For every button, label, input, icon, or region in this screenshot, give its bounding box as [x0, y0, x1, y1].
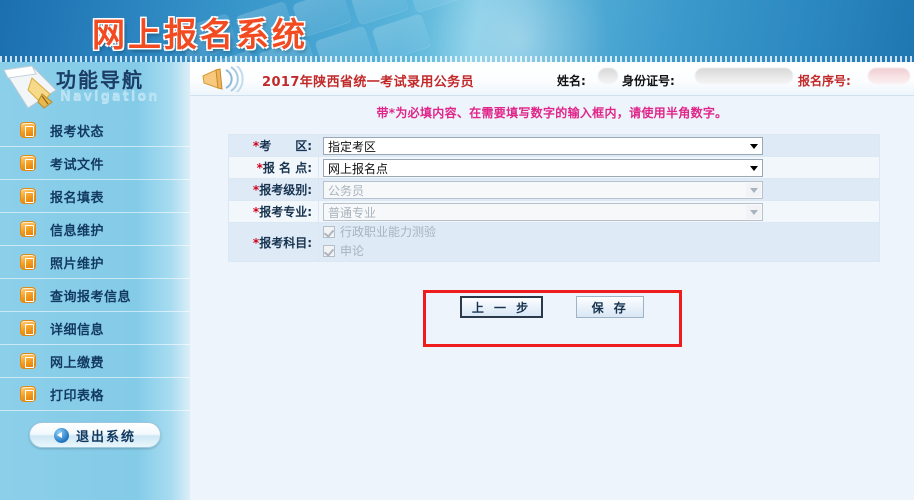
pen-icon: [3, 65, 57, 109]
sidebar-item-registration-form[interactable]: 报名填表: [0, 180, 190, 213]
application-major-select: 普通专业: [323, 203, 763, 222]
sidebar-item-label: 查询报考信息: [50, 289, 132, 305]
application-major-value: 普通专业: [328, 206, 377, 221]
bullet-icon: [20, 287, 36, 303]
table-row: *报考级别: 公务员: [228, 178, 880, 201]
table-row: *报考专业: 普通专业: [228, 200, 880, 223]
checkbox-checked-icon: [323, 244, 335, 257]
logout-container: 退出系统: [0, 422, 190, 448]
back-arrow-icon: [53, 427, 69, 443]
registration-number-label: 报名序号:: [798, 74, 851, 88]
exam-district-select[interactable]: 指定考区: [323, 137, 763, 156]
sidebar-item-query-application-info[interactable]: 查询报考信息: [0, 279, 190, 312]
logout-button-label: 退出系统: [75, 429, 136, 445]
application-level-field: 公务员: [318, 178, 880, 201]
sidebar-item-label: 详细信息: [50, 322, 105, 338]
registration-point-field: 网上报名点: [318, 156, 880, 179]
application-level-label: *报考级别:: [228, 178, 319, 201]
megaphone-icon: [202, 66, 244, 92]
exam-subjects-label-text: 报考科目:: [259, 235, 312, 250]
table-row: *报 名 点: 网上报名点: [228, 156, 880, 179]
registration-form-table: *考 区: 指定考区 *报 名 点: 网上报名点 *报考级别: 公务员 *报考专…: [228, 134, 880, 262]
exam-district-label: *考 区:: [228, 134, 319, 157]
sidebar-item-label: 网上缴费: [50, 355, 105, 371]
chevron-down-icon: [746, 205, 761, 220]
subject-checkbox-row: 申论: [323, 242, 879, 259]
table-row: *报考科目: 行政职业能力测验 申论: [228, 222, 880, 262]
registration-point-value: 网上报名点: [328, 162, 389, 177]
online-registration-app: 网上报名系统 功能导航 Navigation 报考状态 考试文件 报名填表 信息…: [0, 0, 914, 500]
bullet-icon: [20, 221, 36, 237]
bullet-icon: [20, 188, 36, 204]
form-action-buttons: 上 一 步 保 存: [190, 296, 914, 318]
chevron-down-icon[interactable]: [746, 139, 761, 154]
table-row: *考 区: 指定考区: [228, 134, 880, 157]
applicant-name-label: 姓名:: [557, 74, 586, 88]
sidebar-item-print-form[interactable]: 打印表格: [0, 378, 190, 411]
bullet-icon: [20, 320, 36, 336]
content-header: 2017年陕西省统一考试录用公务员 姓名: 身份证号: 报名序号:: [190, 62, 914, 96]
subject-checkbox-row: 行政职业能力测验: [323, 223, 879, 240]
sidebar-item-label: 打印表格: [50, 388, 105, 404]
sidebar-item-application-status[interactable]: 报考状态: [0, 114, 190, 147]
page-banner: 网上报名系统: [0, 0, 914, 62]
chevron-down-icon: [746, 183, 761, 198]
save-button[interactable]: 保 存: [576, 296, 645, 318]
application-major-label-text: 报考专业:: [259, 205, 312, 219]
sidebar-item-label: 报名填表: [50, 190, 105, 206]
registration-point-label: *报 名 点:: [228, 156, 319, 179]
main-content: 2017年陕西省统一考试录用公务员 姓名: 身份证号: 报名序号: 带*为必填内…: [190, 62, 914, 500]
sidebar-subtitle: Navigation: [60, 89, 160, 104]
exam-district-label-text: 考 区:: [259, 139, 312, 153]
checkbox-checked-icon: [323, 225, 335, 238]
sidebar-item-detailed-info[interactable]: 详细信息: [0, 312, 190, 345]
sidebar-item-label: 考试文件: [50, 157, 105, 173]
exam-subjects-field: 行政职业能力测验 申论: [318, 222, 880, 262]
sidebar-item-label: 信息维护: [50, 223, 105, 239]
bullet-icon: [20, 155, 36, 171]
sidebar-header: 功能导航 Navigation: [0, 62, 190, 114]
application-major-field: 普通专业: [318, 200, 880, 223]
bullet-icon: [20, 353, 36, 369]
bullet-icon: [20, 386, 36, 402]
registration-point-label-text: 报 名 点:: [262, 161, 312, 175]
subject-label: 行政职业能力测验: [340, 225, 437, 239]
sidebar-item-photo-maintenance[interactable]: 照片维护: [0, 246, 190, 279]
application-level-value: 公务员: [328, 184, 365, 199]
subject-label: 申论: [340, 244, 365, 258]
sidebar-item-info-maintenance[interactable]: 信息维护: [0, 213, 190, 246]
exam-subjects-label: *报考科目:: [228, 222, 319, 262]
sidebar-nav-list: 报考状态 考试文件 报名填表 信息维护 照片维护 查询报考信息 详细信息 网上缴…: [0, 114, 190, 411]
previous-step-button[interactable]: 上 一 步: [459, 296, 544, 318]
sidebar-item-label: 报考状态: [50, 124, 105, 140]
exam-district-value: 指定考区: [328, 140, 377, 155]
application-major-label: *报考专业:: [228, 200, 319, 223]
registration-point-select[interactable]: 网上报名点: [323, 159, 763, 178]
bullet-icon: [20, 122, 36, 138]
save-button-label: 保 存: [591, 300, 629, 315]
application-level-select: 公务员: [323, 181, 763, 200]
chevron-down-icon[interactable]: [746, 161, 761, 176]
id-number-label: 身份证号:: [622, 74, 675, 88]
sidebar-item-exam-documents[interactable]: 考试文件: [0, 147, 190, 180]
previous-step-button-label: 上 一 步: [471, 300, 532, 315]
id-number-value-redacted: [695, 68, 793, 84]
banner-glow: [430, 0, 610, 62]
page-title: 网上报名系统: [92, 15, 308, 54]
logout-button[interactable]: 退出系统: [29, 422, 161, 448]
sidebar: 功能导航 Navigation 报考状态 考试文件 报名填表 信息维护 照片维护…: [0, 62, 190, 500]
sidebar-item-online-payment[interactable]: 网上缴费: [0, 345, 190, 378]
registration-number-value-redacted: [868, 68, 910, 84]
required-field-notice: 带*为必填内容、在需要填写数字的输入框内，请使用半角数字。: [376, 106, 728, 120]
sidebar-item-label: 照片维护: [50, 256, 105, 272]
exam-title: 2017年陕西省统一考试录用公务员: [262, 75, 474, 90]
bullet-icon: [20, 254, 36, 270]
application-level-label-text: 报考级别:: [259, 183, 312, 197]
exam-district-field: 指定考区: [318, 134, 880, 157]
applicant-name-value-redacted: [598, 68, 618, 84]
